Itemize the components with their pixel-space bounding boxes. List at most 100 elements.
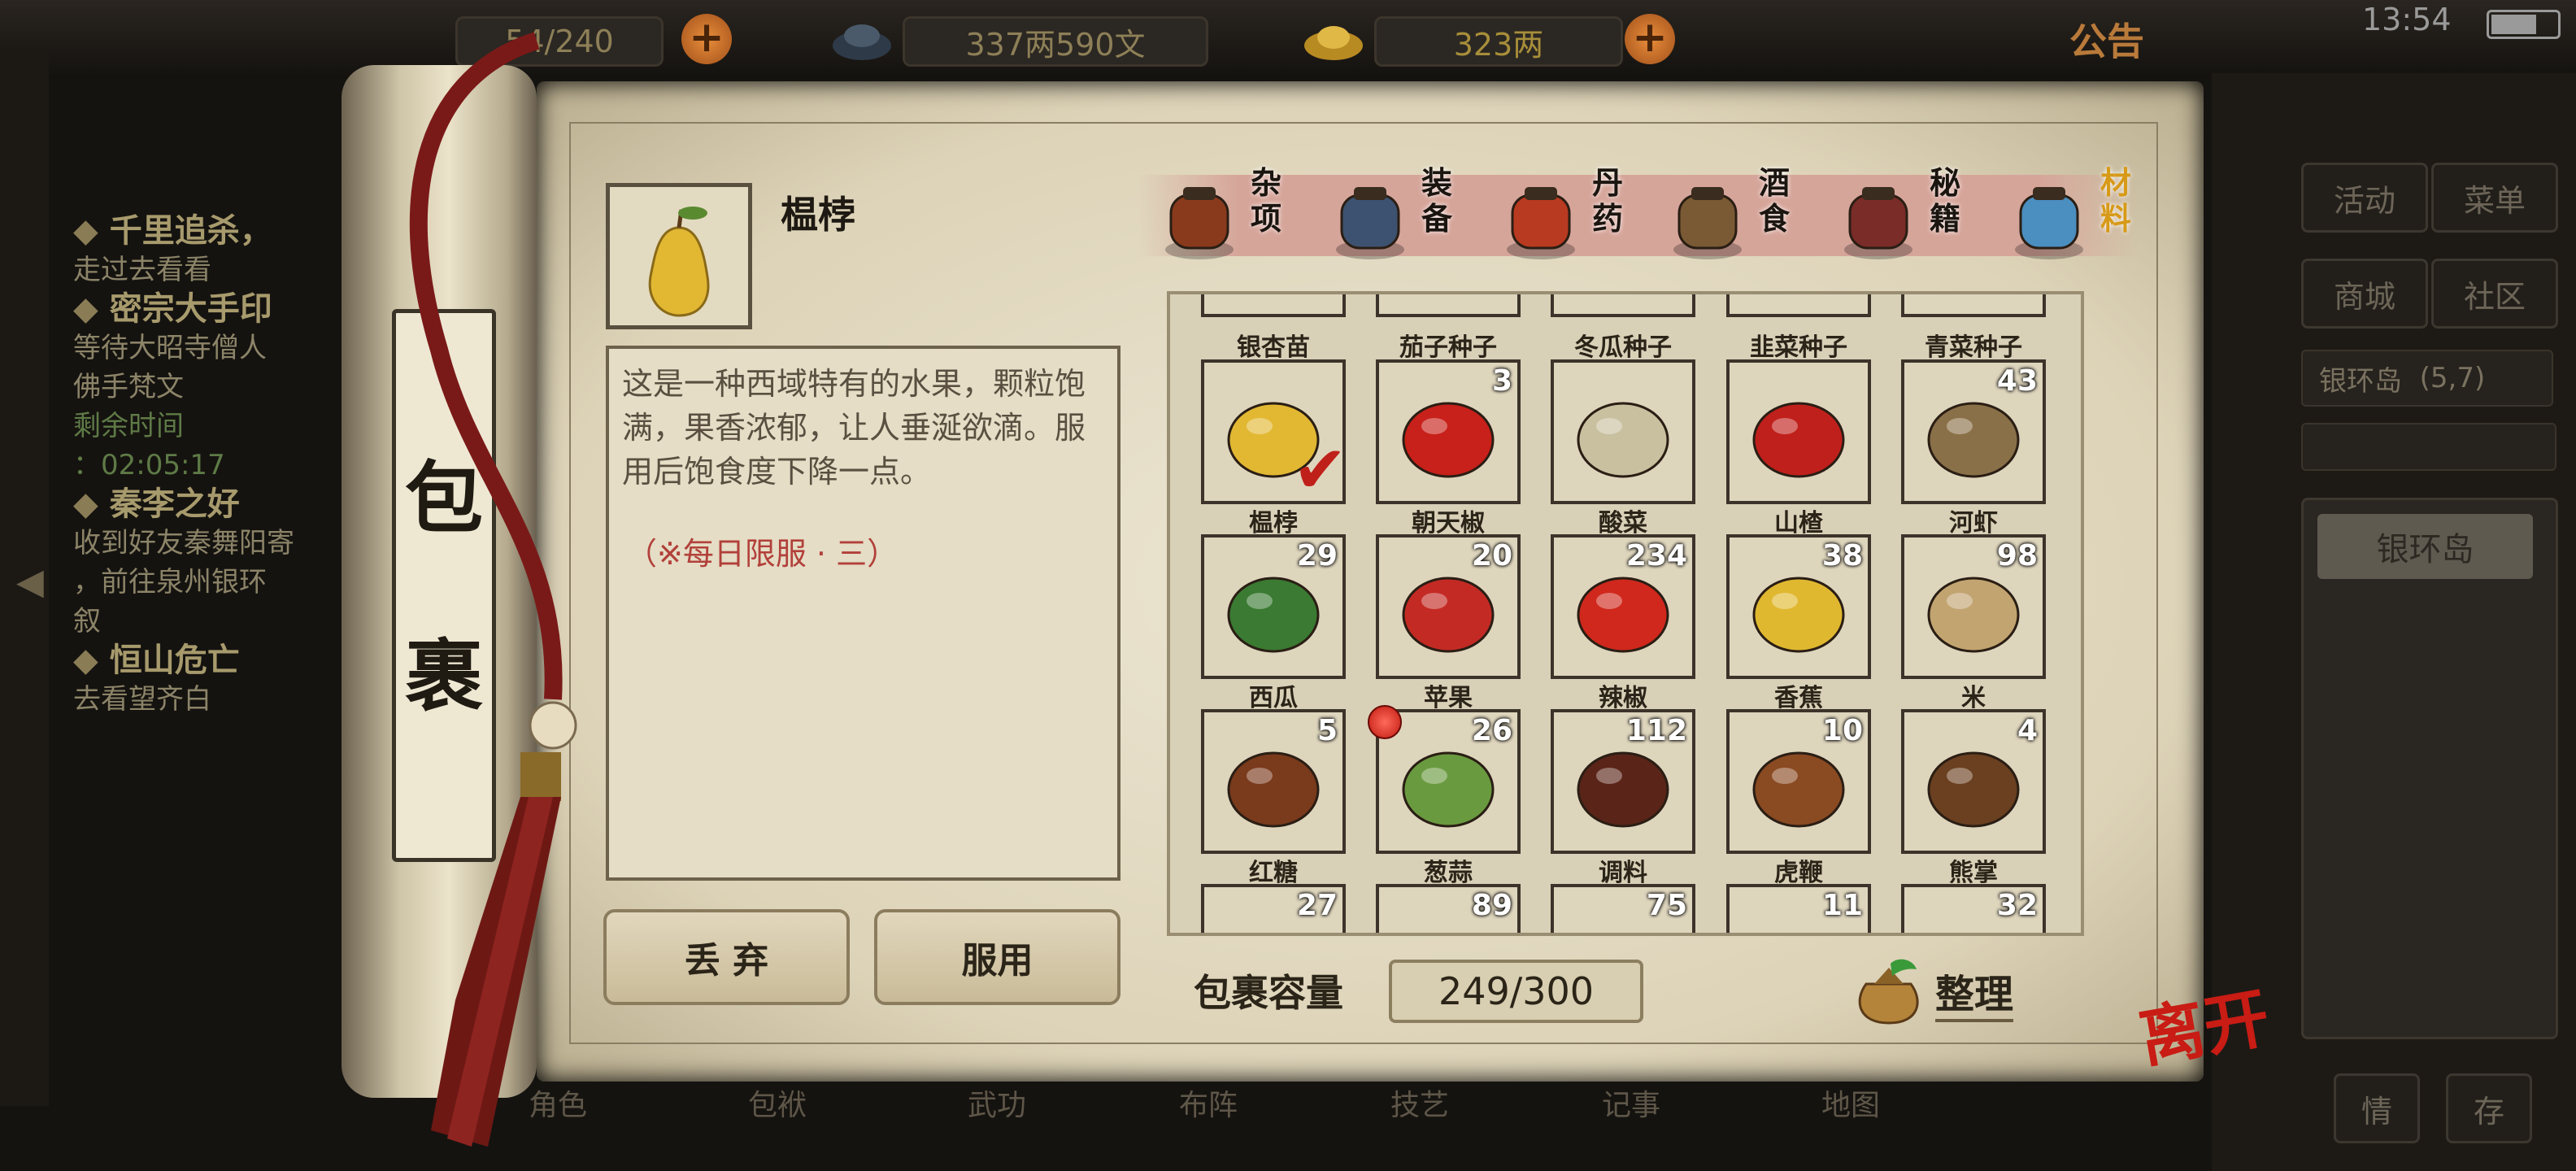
inventory-cell[interactable] [1726, 359, 1871, 504]
inventory-cell[interactable]: 3 [1376, 359, 1521, 504]
item-count: 27 [1296, 889, 1338, 922]
inventory-item-name: 酸菜 [1599, 509, 1647, 538]
inventory-cell[interactable]: 10 [1726, 709, 1871, 854]
inventory-cell[interactable] [1551, 294, 1695, 317]
inventory-item-name: 香蕉 [1774, 684, 1823, 712]
location-name: 银环岛 [2319, 364, 2402, 398]
add-storage-button[interactable]: + [681, 14, 732, 64]
inventory-item-name: 西瓜 [1249, 684, 1298, 712]
tab-book[interactable]: 秘籍 [1825, 159, 1980, 272]
pill-icon [1496, 175, 1586, 264]
inventory-item-name: 韭菜种子 [1750, 333, 1847, 362]
inventory-cell[interactable]: 4 [1901, 709, 2046, 854]
inventory-item-name: 调料 [1599, 859, 1647, 887]
capacity-label: 包裹容量 [1194, 971, 1343, 1015]
item-count: 26 [1471, 714, 1512, 747]
bottom-nav: 角色 包袱 武功 布阵 技艺 记事 地图 [488, 1082, 2277, 1171]
silver-amount: 323两 [1374, 16, 1623, 67]
inventory-cell[interactable]: 43 [1901, 359, 2046, 504]
inventory-item-name: 葱蒜 [1424, 859, 1473, 887]
capacity-value: 249/300 [1389, 960, 1643, 1023]
tassel-icon [409, 32, 577, 1147]
inventory-cell[interactable]: 29 [1201, 534, 1346, 679]
tab-jar[interactable]: 杂项 [1147, 159, 1301, 272]
copper-amount-value: 337两590文 [965, 26, 1146, 63]
inventory-cell[interactable]: 11 [1726, 884, 1871, 933]
selected-item-name: 榅桲 [781, 193, 855, 237]
add-currency-button[interactable]: + [1625, 14, 1675, 64]
inventory-cell[interactable] [1376, 294, 1521, 317]
silver-amount-value: 323两 [1453, 26, 1544, 63]
tab-label: 杂项 [1251, 165, 1282, 237]
island-button[interactable]: 银环岛 [2317, 514, 2533, 579]
inventory-item-name: 冬瓜种子 [1574, 333, 1672, 362]
inventory-cell[interactable]: ✔ [1201, 359, 1347, 507]
nav-map[interactable]: 地图 [1821, 1082, 1880, 1124]
copper-amount: 337两590文 [903, 16, 1208, 67]
inventory-item-name: 河虾 [1949, 509, 1998, 538]
inventory-item-name: 辣椒 [1599, 684, 1647, 712]
inventory-cell[interactable] [1901, 294, 2046, 317]
info-button[interactable]: 情 [2334, 1073, 2420, 1143]
item-count: 4 [2017, 714, 2038, 747]
tab-label: 秘籍 [1930, 165, 1961, 237]
nav-notes[interactable]: 记事 [1602, 1082, 1660, 1124]
menu-button[interactable]: 菜单 [2431, 163, 2558, 233]
inventory-cell[interactable] [1201, 294, 1346, 317]
save-button[interactable]: 存 [2446, 1073, 2532, 1143]
gold-ingot-icon [1301, 15, 1366, 63]
inventory-item-name: 熊掌 [1949, 859, 1998, 887]
notice-button[interactable]: 公告 [2069, 12, 2144, 66]
tab-label: 酒食 [1759, 165, 1791, 237]
activity-button[interactable]: 活动 [2301, 163, 2428, 233]
daily-limit: （※每日限服 · 三） [626, 536, 899, 572]
community-button[interactable]: 社区 [2431, 259, 2558, 329]
nav-bag[interactable]: 包袱 [748, 1082, 807, 1124]
collapse-arrow-icon[interactable]: ◀ [16, 561, 44, 603]
discard-button[interactable]: 丢 弃 [603, 909, 850, 1005]
item-count: 98 [1996, 539, 2038, 572]
mall-button[interactable]: 商城 [2301, 259, 2428, 329]
inventory-cell[interactable] [1551, 359, 1695, 504]
inventory-item-name: 苹果 [1424, 684, 1473, 712]
inventory-cell[interactable]: 5 [1201, 709, 1346, 854]
quest-title: 恒山危亡 [109, 642, 240, 679]
inventory-item-name: 红糖 [1249, 859, 1298, 887]
item-count: 89 [1471, 889, 1512, 922]
tab-crystal[interactable]: 材料 [1996, 159, 2151, 272]
inventory-cell[interactable]: 20 [1376, 534, 1521, 679]
item-count: 3 [1491, 364, 1512, 398]
item-count: 32 [1996, 889, 2038, 922]
inventory-cell[interactable]: 234 [1551, 534, 1695, 679]
inventory-item-name: 米 [1961, 684, 1986, 712]
inventory-cell[interactable]: 112 [1551, 709, 1695, 854]
inventory-cell[interactable]: 75 [1551, 884, 1695, 933]
selected-item-frame [606, 183, 752, 329]
inventory-cell[interactable]: 38 [1726, 534, 1871, 679]
inventory-cell[interactable]: 98 [1901, 534, 2046, 679]
tab-wine-food[interactable]: 酒食 [1655, 159, 1809, 272]
crystal-icon [2004, 175, 2094, 264]
money-bag-icon [1858, 959, 1919, 1025]
sort-button[interactable]: 整理 [1935, 962, 2014, 1022]
tab-armor[interactable]: 装备 [1317, 159, 1472, 272]
wine-food-icon [1663, 175, 1752, 264]
inventory-cell[interactable]: 27 [1201, 884, 1346, 933]
nav-formation[interactable]: 布阵 [1179, 1082, 1238, 1124]
item-description: 这是一种西域特有的水果，颗粒饱满，果香浓郁，让人垂涎欲滴。服用后饱食度下降一点。 [622, 366, 1086, 490]
nav-skills[interactable]: 技艺 [1390, 1082, 1449, 1124]
item-count: 112 [1625, 714, 1687, 747]
location-bar: 银环岛 (5,7) [2301, 350, 2553, 407]
armor-icon [1325, 175, 1415, 264]
inventory-item-name: 虎鞭 [1774, 859, 1823, 887]
inventory-cell[interactable]: 32 [1901, 884, 2046, 933]
nav-martial[interactable]: 武功 [968, 1082, 1026, 1124]
item-count: 75 [1646, 889, 1687, 922]
inventory-cell[interactable] [1726, 294, 1871, 317]
tab-pill[interactable]: 丹药 [1488, 159, 1643, 272]
use-button[interactable]: 服用 [874, 909, 1120, 1005]
item-count: 234 [1625, 539, 1687, 572]
hawthorn-icon [1752, 402, 1845, 478]
item-count: 5 [1316, 714, 1338, 747]
inventory-cell[interactable]: 89 [1376, 884, 1521, 933]
